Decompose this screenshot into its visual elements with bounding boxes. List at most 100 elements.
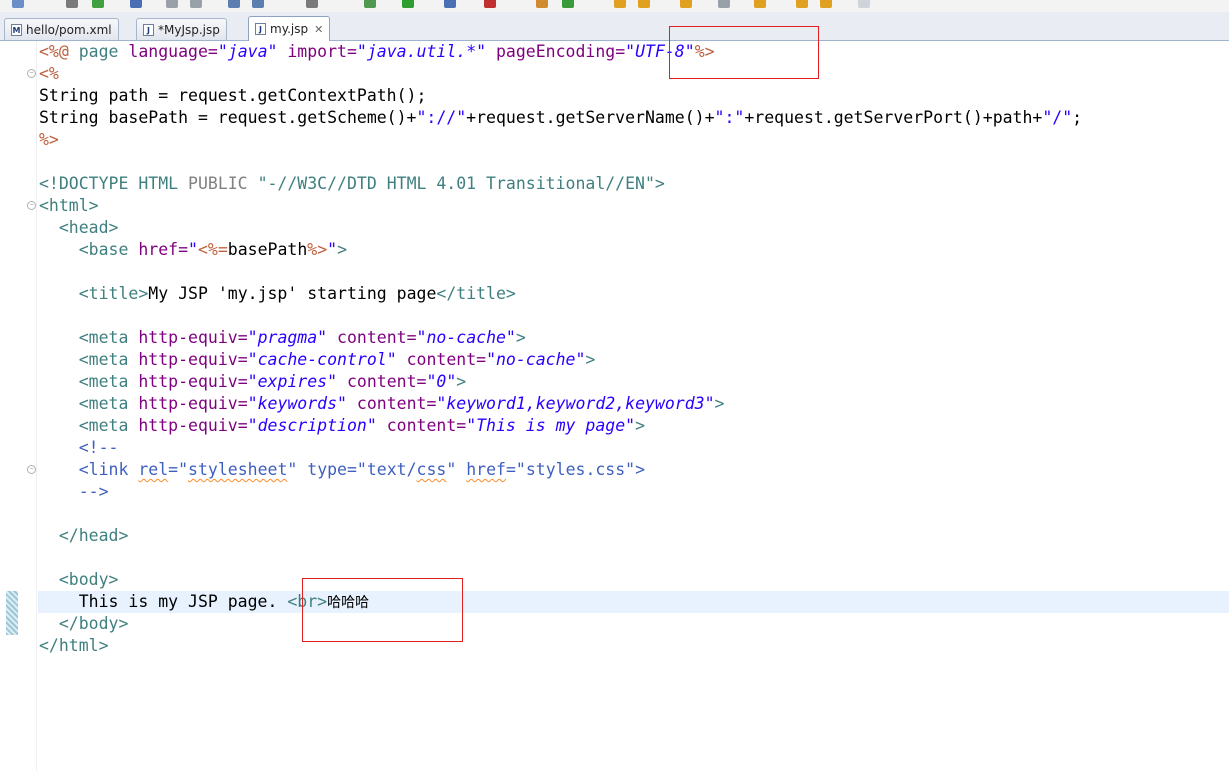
change-marker	[6, 591, 18, 635]
code-token: >	[714, 394, 725, 413]
code-line[interactable]: This is my JSP page. <br>哈哈哈	[39, 591, 1082, 613]
code-token: My JSP 'my.jsp' starting page	[148, 284, 437, 303]
code-line[interactable]: String path = request.getContextPath();	[39, 85, 1082, 107]
code-token: >	[654, 174, 665, 193]
code-token: "expires"	[247, 372, 338, 391]
code-line[interactable]: </head>	[39, 525, 1082, 547]
code-line[interactable]	[39, 305, 1082, 327]
code-line[interactable]: </body>	[39, 613, 1082, 635]
code-token: String basePath = request.getScheme()+	[39, 108, 417, 127]
tab-pom-xml[interactable]: M hello/pom.xml	[4, 18, 119, 40]
code-token: basePath	[227, 240, 308, 259]
code-token: "This is my page"	[466, 416, 636, 435]
code-line[interactable]: <meta http-equiv="description" content="…	[39, 415, 1082, 437]
toolbar-icon[interactable]	[638, 0, 650, 8]
code-line[interactable]: <title>My JSP 'my.jsp' starting page</ti…	[39, 283, 1082, 305]
tab-myjsp-jsp[interactable]: J *MyJsp.jsp	[136, 18, 227, 40]
toolbar-icon[interactable]	[536, 0, 548, 8]
code-token: <!DOCTYPE	[39, 174, 139, 193]
code-line[interactable]: </html>	[39, 635, 1082, 657]
code-line[interactable]: <head>	[39, 217, 1082, 239]
toolbar-icon[interactable]	[306, 0, 318, 8]
code-line[interactable]: <%	[39, 63, 1082, 85]
code-token: http-equiv=	[138, 416, 248, 435]
fold-toggle-icon[interactable]: −	[27, 465, 36, 474]
toolbar-icon[interactable]	[166, 0, 178, 8]
code-token: "	[188, 240, 198, 259]
toolbar-icon[interactable]	[614, 0, 626, 8]
code-line[interactable]: <%@ page language="java" import="java.ut…	[39, 41, 1082, 63]
code-text[interactable]: <%@ page language="java" import="java.ut…	[39, 41, 1082, 657]
toolbar-icon[interactable]	[796, 0, 808, 8]
code-line[interactable]: <meta http-equiv="cache-control" content…	[39, 349, 1082, 371]
toolbar	[0, 0, 1229, 12]
code-line[interactable]	[39, 261, 1082, 283]
code-token: String path = request.getContextPath();	[39, 86, 427, 105]
toolbar-icon[interactable]	[130, 0, 142, 8]
jsp-file-icon: J	[143, 23, 154, 36]
code-token: +request.getServerName()+	[466, 108, 715, 127]
code-token: http-equiv=	[138, 394, 248, 413]
code-token: %>	[39, 130, 59, 149]
code-line[interactable]: <html>	[39, 195, 1082, 217]
toolbar-icon[interactable]	[680, 0, 692, 8]
code-line[interactable]: <!--	[39, 437, 1082, 459]
toolbar-icon[interactable]	[562, 0, 574, 8]
toolbar-icon[interactable]	[754, 0, 766, 8]
code-token: <%	[39, 64, 59, 83]
toolbar-icon[interactable]	[718, 0, 730, 8]
code-line[interactable]: <base href="<%=basePath%>">	[39, 239, 1082, 261]
code-token: </body>	[58, 614, 129, 633]
code-line[interactable]: String basePath = request.getScheme()+":…	[39, 107, 1082, 129]
code-token: >	[515, 328, 526, 347]
code-token: content=	[327, 328, 417, 347]
code-line[interactable]: <meta http-equiv="keywords" content="key…	[39, 393, 1082, 415]
toolbar-icon[interactable]	[484, 0, 496, 8]
code-token: content=	[396, 350, 487, 369]
code-line[interactable]: <link rel="stylesheet" type="text/css" h…	[39, 459, 1082, 481]
toolbar-icon[interactable]	[66, 0, 78, 8]
toolbar-icon[interactable]	[190, 0, 202, 8]
code-token: "java.util.*"	[356, 42, 487, 61]
code-token: -->	[78, 482, 109, 501]
code-line[interactable]: %>	[39, 129, 1082, 151]
code-editor[interactable]: − − − <%@ page language="java" import="jav…	[0, 26, 1229, 771]
code-token: <!--	[78, 438, 119, 457]
toolbar-icon[interactable]	[228, 0, 240, 8]
toolbar-icon[interactable]	[252, 0, 264, 8]
code-token: <head>	[58, 218, 119, 237]
code-line[interactable]: <meta http-equiv="pragma" content="no-ca…	[39, 327, 1082, 349]
close-icon[interactable]: ✕	[314, 23, 323, 36]
code-line[interactable]: <body>	[39, 569, 1082, 591]
fold-toggle-icon[interactable]: −	[27, 69, 36, 78]
toolbar-icon[interactable]	[820, 0, 832, 8]
code-token: >	[635, 416, 646, 435]
code-token: "-//W3C//DTD HTML 4.01 Transitional//EN"	[257, 174, 655, 193]
toolbar-icon[interactable]	[364, 0, 376, 8]
tab-label: my.jsp	[270, 22, 309, 36]
toolbar-icon[interactable]	[12, 0, 24, 8]
code-line[interactable]	[39, 547, 1082, 569]
tab-my-jsp[interactable]: J my.jsp ✕	[248, 16, 331, 41]
code-line[interactable]	[39, 151, 1082, 173]
code-token: content=	[346, 394, 437, 413]
code-line[interactable]: <meta http-equiv="expires" content="0">	[39, 371, 1082, 393]
code-token: </head>	[58, 526, 129, 545]
toolbar-icon[interactable]	[92, 0, 104, 8]
code-token: %>	[307, 240, 328, 259]
code-line[interactable]	[39, 503, 1082, 525]
code-token: </html>	[39, 636, 109, 655]
toolbar-icon[interactable]	[858, 0, 870, 8]
fold-toggle-icon[interactable]: −	[27, 201, 36, 210]
toolbar-icon[interactable]	[402, 0, 414, 8]
code-line[interactable]: <!DOCTYPE HTML PUBLIC "-//W3C//DTD HTML …	[39, 173, 1082, 195]
code-token: ;	[1072, 108, 1083, 127]
toolbar-icon[interactable]	[444, 0, 456, 8]
code-line[interactable]: -->	[39, 481, 1082, 503]
code-token: <link	[78, 460, 139, 479]
